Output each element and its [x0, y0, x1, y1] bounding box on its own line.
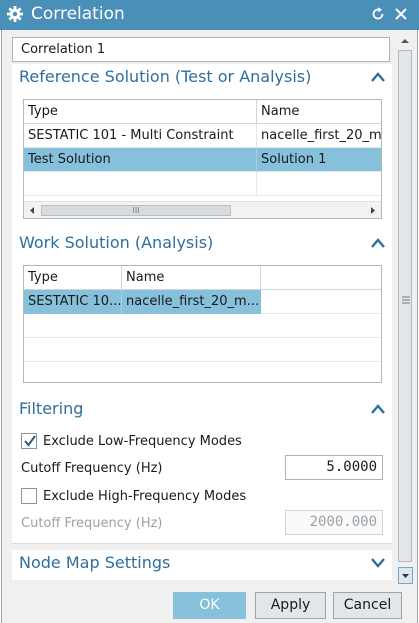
- exclude-low-frequency-label: Exclude Low-Frequency Modes: [43, 433, 242, 449]
- work-solution-header[interactable]: Work Solution (Analysis): [12, 230, 392, 257]
- work-solution-title: Work Solution (Analysis): [19, 233, 214, 252]
- grid-header: Type Name: [24, 100, 381, 124]
- window-title: Correlation: [31, 4, 125, 24]
- cell-name: nacelle_first_20_m...: [122, 290, 261, 314]
- exclude-high-frequency-checkbox[interactable]: [21, 488, 37, 504]
- vertical-scrollbar[interactable]: [397, 34, 414, 584]
- collapse-up-icon[interactable]: [370, 402, 386, 416]
- exclude-high-frequency-label: Exclude High-Frequency Modes: [43, 488, 247, 504]
- checkmark-icon: [24, 435, 36, 447]
- cutoff-high-input: 2000.000: [285, 510, 383, 535]
- node-map-settings-group: Node Map Settings: [12, 550, 392, 580]
- filtering-header[interactable]: Filtering: [12, 396, 392, 423]
- table-row-empty: [24, 362, 381, 386]
- dialog-scroll-area: Correlation 1 Reference Solution (Test o…: [2, 30, 396, 580]
- exclude-high-frequency-row[interactable]: Exclude High-Frequency Modes: [21, 486, 246, 506]
- table-row-selected[interactable]: Test Solution Solution 1: [24, 148, 381, 172]
- close-icon[interactable]: [393, 6, 409, 22]
- cell-name: Solution 1: [261, 152, 327, 167]
- column-header-name[interactable]: Name: [257, 100, 383, 124]
- table-row[interactable]: SESTATIC 101 - Multi Constraint nacelle_…: [24, 124, 382, 148]
- node-map-settings-header[interactable]: Node Map Settings: [12, 550, 392, 577]
- apply-button[interactable]: Apply: [255, 592, 326, 619]
- reference-solution-header[interactable]: Reference Solution (Test or Analysis): [12, 64, 392, 91]
- filtering-title: Filtering: [19, 399, 84, 418]
- column-header-type[interactable]: Type: [24, 100, 257, 124]
- cell-type: SESTATIC 101 - Multi Constraint: [24, 124, 257, 148]
- scroll-down-button[interactable]: [398, 567, 413, 584]
- reset-icon[interactable]: [370, 6, 386, 22]
- exclude-low-frequency-checkbox[interactable]: [21, 433, 37, 449]
- cutoff-high-label: Cutoff Frequency (Hz): [21, 516, 163, 531]
- filtering-group: Filtering Exclude Low-Frequency Modes Cu…: [12, 396, 392, 544]
- gear-icon[interactable]: [6, 5, 24, 23]
- table-row[interactable]: SESTATIC 10... nacelle_first_20_m...: [24, 290, 381, 314]
- column-header-type[interactable]: Type: [24, 266, 122, 290]
- collapse-up-icon[interactable]: [370, 70, 386, 84]
- scroll-right-icon[interactable]: [368, 205, 378, 216]
- expand-down-icon[interactable]: [370, 556, 386, 570]
- table-row-empty: [24, 314, 381, 338]
- scroll-up-icon[interactable]: [398, 34, 412, 48]
- title-bar: Correlation: [0, 0, 419, 30]
- reference-solution-group: Reference Solution (Test or Analysis) Ty…: [12, 64, 392, 248]
- grid-header: Type Name: [24, 266, 381, 290]
- node-map-settings-title: Node Map Settings: [19, 553, 171, 572]
- work-solution-grid: Type Name SESTATIC 10... nacelle_first_2…: [23, 265, 382, 383]
- scroll-thumb[interactable]: III: [41, 205, 231, 216]
- cell-empty: [24, 172, 257, 196]
- ok-button[interactable]: OK: [173, 592, 246, 619]
- dialog-body: Correlation 1 Reference Solution (Test o…: [1, 30, 418, 623]
- grip-icon: [402, 296, 410, 304]
- exclude-low-frequency-row[interactable]: Exclude Low-Frequency Modes: [21, 431, 242, 451]
- cutoff-low-input[interactable]: 5.0000: [285, 455, 383, 480]
- reference-solution-grid: Type Name SESTATIC 101 - Multi Constrain…: [23, 99, 382, 219]
- scroll-left-icon[interactable]: [27, 205, 37, 216]
- correlation-name-input[interactable]: Correlation 1: [12, 37, 390, 62]
- cell-type: Test Solution: [24, 148, 257, 172]
- horizontal-scrollbar[interactable]: III: [24, 201, 381, 218]
- cell-type: SESTATIC 10...: [24, 290, 122, 314]
- reference-solution-title: Reference Solution (Test or Analysis): [19, 67, 312, 86]
- collapse-up-icon[interactable]: [370, 236, 386, 250]
- cutoff-low-label: Cutoff Frequency (Hz): [21, 461, 163, 476]
- work-solution-group: Work Solution (Analysis) Type Name SESTA…: [12, 230, 392, 422]
- column-header-name[interactable]: Name: [122, 266, 261, 290]
- table-row-empty: [24, 172, 381, 196]
- table-row-empty: [24, 338, 381, 362]
- scroll-down-icon: [402, 574, 409, 578]
- vertical-scroll-thumb[interactable]: [398, 50, 412, 562]
- cell-name: nacelle_first_20_m: [261, 128, 382, 143]
- cancel-button[interactable]: Cancel: [333, 592, 402, 619]
